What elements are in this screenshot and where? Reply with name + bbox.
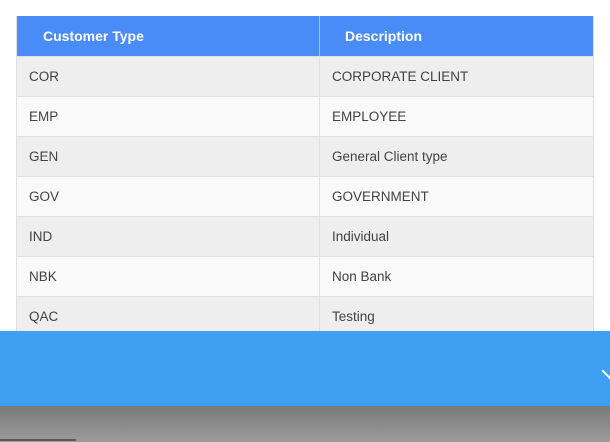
customer-type-table: Customer Type Description COR CORPORATE … [16,16,594,337]
bottom-banner[interactable] [0,331,610,406]
table-row[interactable]: QAC Testing [17,296,593,336]
table-row[interactable]: COR CORPORATE CLIENT [17,56,593,96]
cell-description: Non Bank [332,269,392,284]
cell-customer-type: GEN [17,137,320,176]
table-row[interactable]: GEN General Client type [17,136,593,176]
table-body: COR CORPORATE CLIENT EMP EMPLOYEE GEN Ge… [17,56,593,336]
cell-description: Individual [332,229,390,244]
cell-customer-type: NBK [17,257,320,296]
cell-description: EMPLOYEE [332,109,407,124]
divider [0,439,76,441]
cell-customer-type: IND [17,217,320,256]
cell-customer-type: COR [17,57,320,96]
chevron-down-icon[interactable] [601,362,610,380]
cell-description: CORPORATE CLIENT [332,69,469,84]
cell-customer-type: EMP [17,97,320,136]
table-row[interactable]: GOV GOVERNMENT [17,176,593,216]
table-row[interactable]: NBK Non Bank [17,256,593,296]
table-header: Customer Type Description [17,16,593,56]
bottom-bar [0,406,610,442]
column-header-customer-type[interactable]: Customer Type [17,16,320,56]
cell-description: GOVERNMENT [332,189,429,204]
table-row[interactable]: EMP EMPLOYEE [17,96,593,136]
cell-description: General Client type [332,149,448,164]
column-header-description[interactable]: Description [320,16,593,56]
cell-customer-type: GOV [17,177,320,216]
table-row[interactable]: IND Individual [17,216,593,256]
